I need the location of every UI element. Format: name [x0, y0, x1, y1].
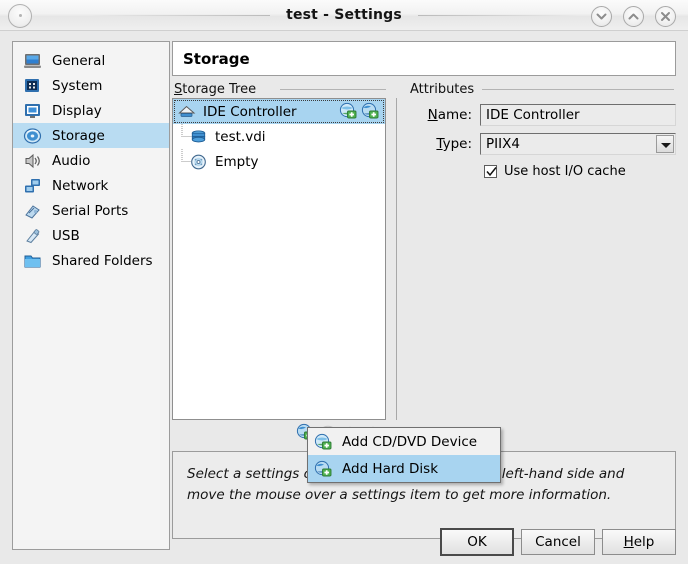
- tree-row-label: test.vdi: [215, 128, 266, 145]
- sidebar-item-system[interactable]: System: [13, 73, 169, 98]
- sidebar-item-general[interactable]: General: [13, 48, 169, 73]
- sidebar-item-label: General: [52, 52, 106, 69]
- ide-controller-icon: [177, 103, 197, 121]
- sidebar-item-label: Serial Ports: [52, 202, 129, 219]
- controller-type-select[interactable]: PIIX4: [480, 133, 676, 155]
- ok-button[interactable]: OK: [440, 528, 514, 556]
- attribute-row-type: Type: PIIX4: [408, 133, 676, 155]
- tree-row-actions: [339, 102, 381, 120]
- serial-port-icon: [23, 202, 43, 220]
- hard-disk-icon: [189, 128, 209, 146]
- sidebar-item-label: Storage: [52, 127, 105, 144]
- use-host-io-cache-checkbox[interactable]: Use host I/O cache: [484, 164, 626, 179]
- attribute-row-name: Name: IDE Controller: [408, 104, 676, 126]
- help-label-rest: elp: [633, 534, 655, 550]
- sidebar-item-label: Audio: [52, 152, 91, 169]
- menu-item-add-cd-dvd-device[interactable]: Add CD/DVD Device: [308, 428, 500, 455]
- sidebar-item-label: Shared Folders: [52, 252, 153, 269]
- type-label-rest: ype:: [442, 136, 472, 152]
- settings-dialog: General System Display Storage Audio Net…: [0, 31, 688, 564]
- minimize-button[interactable]: [591, 6, 612, 27]
- menu-item-label: Add Hard Disk: [342, 460, 439, 477]
- tree-row-label: Empty: [215, 153, 259, 170]
- controller-name-input[interactable]: IDE Controller: [480, 104, 676, 126]
- sidebar-item-label: Network: [52, 177, 109, 194]
- name-label: Name:: [408, 107, 480, 123]
- name-label-mnemonic: N: [427, 107, 438, 123]
- checkmark-icon: [486, 167, 497, 177]
- sidebar-item-serial-ports[interactable]: Serial Ports: [13, 198, 169, 223]
- tree-row[interactable]: test.vdi: [173, 124, 385, 149]
- chevron-down-icon[interactable]: [656, 135, 674, 153]
- sidebar-item-label: System: [52, 77, 103, 94]
- add-attachment-context-menu[interactable]: Add CD/DVD Device Add Hard Disk: [307, 427, 501, 483]
- attributes-panel: Name: IDE Controller Type: PIIX4 Use hos…: [408, 98, 676, 208]
- sidebar-item-audio[interactable]: Audio: [13, 148, 169, 173]
- sidebar-item-display[interactable]: Display: [13, 98, 169, 123]
- sidebar-item-label: USB: [52, 227, 80, 244]
- sidebar-item-network[interactable]: Network: [13, 173, 169, 198]
- storage-tree[interactable]: IDE Controller test.vdi Empty: [172, 98, 386, 420]
- attributes-group-title: Attributes: [410, 82, 481, 97]
- add-hard-disk-inline-button[interactable]: [361, 102, 381, 120]
- tree-row-label: IDE Controller: [203, 103, 297, 120]
- cancel-button[interactable]: Cancel: [521, 529, 595, 555]
- help-button[interactable]: Help: [602, 529, 676, 555]
- settings-category-list[interactable]: General System Display Storage Audio Net…: [12, 41, 170, 550]
- type-label: Type:: [408, 136, 480, 152]
- network-icon: [23, 177, 43, 195]
- tree-row[interactable]: Empty: [173, 149, 385, 174]
- checkbox-box[interactable]: [484, 165, 497, 178]
- speaker-icon: [23, 152, 43, 170]
- close-button[interactable]: [655, 6, 676, 27]
- use-host-io-cache-label: Use host I/O cache: [504, 164, 626, 179]
- add-cd-icon: [314, 433, 334, 451]
- title-bar: test - Settings: [0, 0, 688, 31]
- page-title: Storage: [172, 41, 676, 76]
- menu-item-label: Add CD/DVD Device: [342, 433, 478, 450]
- usb-plug-icon: [23, 227, 43, 245]
- storage-tree-group-title: Storage Tree: [174, 82, 263, 97]
- help-mnemonic: H: [623, 534, 634, 550]
- panel-splitter[interactable]: [396, 98, 397, 420]
- hint-line-2: move the mouse over a settings item to g…: [187, 487, 612, 503]
- controller-type-value: PIIX4: [486, 136, 520, 152]
- storage-tree-group-title-rest: torage Tree: [182, 82, 257, 97]
- folder-icon: [23, 252, 43, 270]
- maximize-button[interactable]: [623, 6, 644, 27]
- menu-item-add-hard-disk[interactable]: Add Hard Disk: [308, 455, 500, 482]
- name-label-rest: ame:: [437, 107, 472, 123]
- window-title: test - Settings: [286, 7, 402, 23]
- cd-dvd-icon: [189, 153, 209, 171]
- sidebar-item-usb[interactable]: USB: [13, 223, 169, 248]
- monitor-icon: [23, 52, 43, 70]
- add-cd-dvd-device-inline-button[interactable]: [339, 102, 359, 120]
- sidebar-item-label: Display: [52, 102, 102, 119]
- motherboard-icon: [23, 77, 43, 95]
- sidebar-item-storage[interactable]: Storage: [13, 123, 169, 148]
- sidebar-item-shared-folders[interactable]: Shared Folders: [13, 248, 169, 273]
- display-icon: [23, 102, 43, 120]
- add-hd-icon: [314, 460, 334, 478]
- storage-disk-icon: [23, 127, 43, 145]
- tree-row[interactable]: IDE Controller: [173, 99, 385, 124]
